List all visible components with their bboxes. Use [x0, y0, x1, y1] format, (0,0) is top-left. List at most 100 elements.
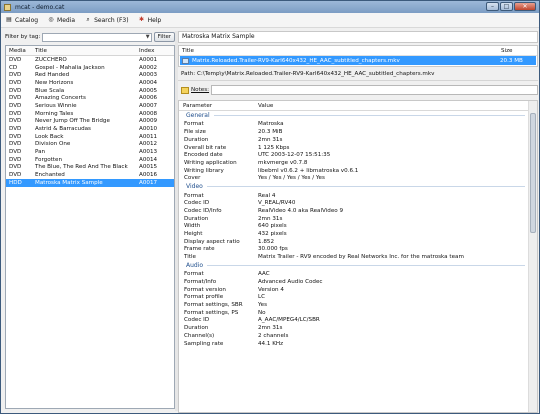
property-name: Cover [184, 175, 201, 182]
media-list-row[interactable]: DVD Enchanted A0016 [6, 171, 174, 179]
properties-header: Parameter Value [179, 101, 537, 111]
media-list-row[interactable]: DVD Division One A0012 [6, 141, 174, 149]
menu-search[interactable]: ⌕ Search (F3) [84, 16, 128, 24]
property-row: Format version Version 4 [179, 286, 537, 294]
media-list-row[interactable]: DVD Pan A0013 [6, 148, 174, 156]
col-value[interactable]: Value [258, 103, 537, 109]
notes-input[interactable] [211, 85, 538, 95]
minimize-button[interactable]: – [486, 2, 499, 11]
property-value: libebml v0.6.2 + libmatroska v0.6.1 [258, 167, 359, 174]
index-cell: A0001 [139, 56, 158, 63]
file-size: 20.3 MB [500, 57, 523, 64]
title-cell: Amazing Concerts [35, 95, 86, 102]
property-name: Format [184, 192, 204, 199]
file-path: Path: C:\Temp\y\Matrix.Reloaded.Trailer-… [178, 69, 538, 81]
maximize-button[interactable]: □ [500, 2, 513, 11]
property-value: Matroska [258, 121, 284, 128]
property-name: Encoded date [184, 152, 223, 159]
file-name: Matrix.Reloaded.Trailer-RV9-Karl640x432_… [192, 57, 400, 64]
menu-media[interactable]: ◎ Media [47, 16, 75, 24]
catalog-icon: ▤ [6, 16, 12, 23]
col-media[interactable]: Media [6, 48, 35, 54]
media-list-row[interactable]: DVD Amazing Concerts A0006 [6, 94, 174, 102]
media-list-row[interactable]: CD Gospel - Mahalia Jackson A0002 [6, 64, 174, 72]
properties-scrollbar[interactable] [528, 101, 537, 412]
col-index[interactable]: Index [139, 48, 174, 54]
media-list: Media Title Index DVD ZUCCHERO A0001 CD Gosp… [5, 45, 175, 409]
media-type-cell: DVD [9, 102, 22, 109]
property-name: Codec ID [184, 317, 210, 324]
title-cell: Division One [35, 141, 71, 148]
search-icon: ⌕ [86, 16, 90, 23]
index-cell: A0016 [139, 172, 158, 179]
media-list-row[interactable]: DVD Red Handed A0003 [6, 71, 174, 79]
property-row: Codec ID V_REAL/RV40 [179, 199, 537, 207]
property-value: 2 channels [258, 332, 289, 339]
media-list-row[interactable]: DVD Never Jump Off The Bridge A0009 [6, 118, 174, 126]
property-value: Version 4 [258, 286, 284, 293]
media-type-cell: DVD [9, 156, 22, 163]
col-file-title[interactable]: Title [179, 48, 501, 54]
property-name: Writing application [184, 159, 237, 166]
property-row: File size 20.3 MiB [179, 128, 537, 136]
property-row: Sampling rate 44.1 KHz [179, 340, 537, 348]
col-file-size[interactable]: Size [501, 48, 537, 54]
filter-button[interactable]: Filter [153, 32, 175, 42]
property-name: Width [184, 223, 201, 230]
property-value: 640 pixels [258, 223, 287, 230]
property-name: Duration [184, 215, 209, 222]
media-type-cell: DVD [9, 110, 22, 117]
file-row[interactable]: Matrix.Reloaded.Trailer-RV9-Karl640x432_… [180, 56, 536, 65]
property-name: Channel(s) [184, 332, 215, 339]
property-value: 44.1 KHz [258, 340, 284, 347]
index-cell: A0005 [139, 87, 158, 94]
index-cell: A0004 [139, 79, 158, 86]
menu-help[interactable]: ✱ Help [138, 16, 161, 24]
index-cell: A0009 [139, 118, 158, 125]
section-header: General [179, 111, 537, 121]
notes-row: Notes: [178, 83, 538, 97]
media-icon: ◎ [48, 16, 54, 23]
media-list-row[interactable]: DVD ZUCCHERO A0001 [6, 56, 174, 64]
property-name: Display aspect ratio [184, 238, 240, 245]
property-row: Codec ID/Info RealVideo 4.0 aka RealVideo… [179, 207, 537, 215]
media-list-row[interactable]: DVD The Blue, The Red And The Black A0015 [6, 164, 174, 172]
media-list-row[interactable]: DVD Astrid & Barracudas A0010 [6, 125, 174, 133]
section-title: Audio [186, 262, 208, 270]
title-cell: Never Jump Off The Bridge [35, 118, 110, 125]
section-title: General [186, 112, 214, 120]
property-value: LC [258, 294, 266, 301]
property-rows: General Format Matroska File size 20.3 MiB Du… [179, 111, 537, 347]
scrollbar-thumb[interactable] [530, 113, 536, 233]
menu-bar: ▤ Catalog ◎ Media ⌕ Search (F3) ✱ Help [1, 13, 539, 28]
window-title: mcat - demo.cat [15, 3, 65, 11]
media-list-row[interactable]: DVD Look Back A0011 [6, 133, 174, 141]
property-value: 2mn 31s [258, 136, 283, 143]
index-cell: A0007 [139, 102, 158, 109]
property-row: Duration 2mn 31s [179, 324, 537, 332]
notes-icon [181, 86, 189, 94]
title-bar[interactable]: mcat - demo.cat – □ ✕ [1, 1, 539, 13]
property-value: 2mn 31s [258, 215, 283, 222]
col-parameter[interactable]: Parameter [179, 103, 258, 109]
index-cell: A0014 [139, 156, 158, 163]
media-list-row[interactable]: DVD Blue Scala A0005 [6, 87, 174, 95]
title-cell: Gospel - Mahalia Jackson [35, 64, 105, 71]
media-list-row[interactable]: DVD Morning Tales A0008 [6, 110, 174, 118]
media-list-row[interactable]: HDD Matroska Matrix Sample A0017 [6, 179, 174, 187]
media-list-row[interactable]: DVD Serious Winnie A0007 [6, 102, 174, 110]
menu-catalog[interactable]: ▤ Catalog [5, 16, 38, 24]
media-type-cell: DVD [9, 133, 22, 140]
property-row: Width 640 pixels [179, 222, 537, 230]
media-list-row[interactable]: DVD New Horizons A0004 [6, 79, 174, 87]
property-value: 432 pixels [258, 230, 287, 237]
property-row: Format/Info Advanced Audio Codec [179, 278, 537, 286]
close-button[interactable]: ✕ [514, 2, 536, 11]
chevron-down-icon: ▼ [145, 33, 150, 40]
col-title[interactable]: Title [35, 48, 139, 54]
media-list-row[interactable]: DVD Forgotten A0014 [6, 156, 174, 164]
property-row: Overall bit rate 1 125 Kbps [179, 144, 537, 152]
tag-filter-combo[interactable]: ▼ [42, 32, 152, 42]
index-cell: A0010 [139, 126, 158, 133]
property-name: Codec ID/Info [184, 207, 222, 214]
